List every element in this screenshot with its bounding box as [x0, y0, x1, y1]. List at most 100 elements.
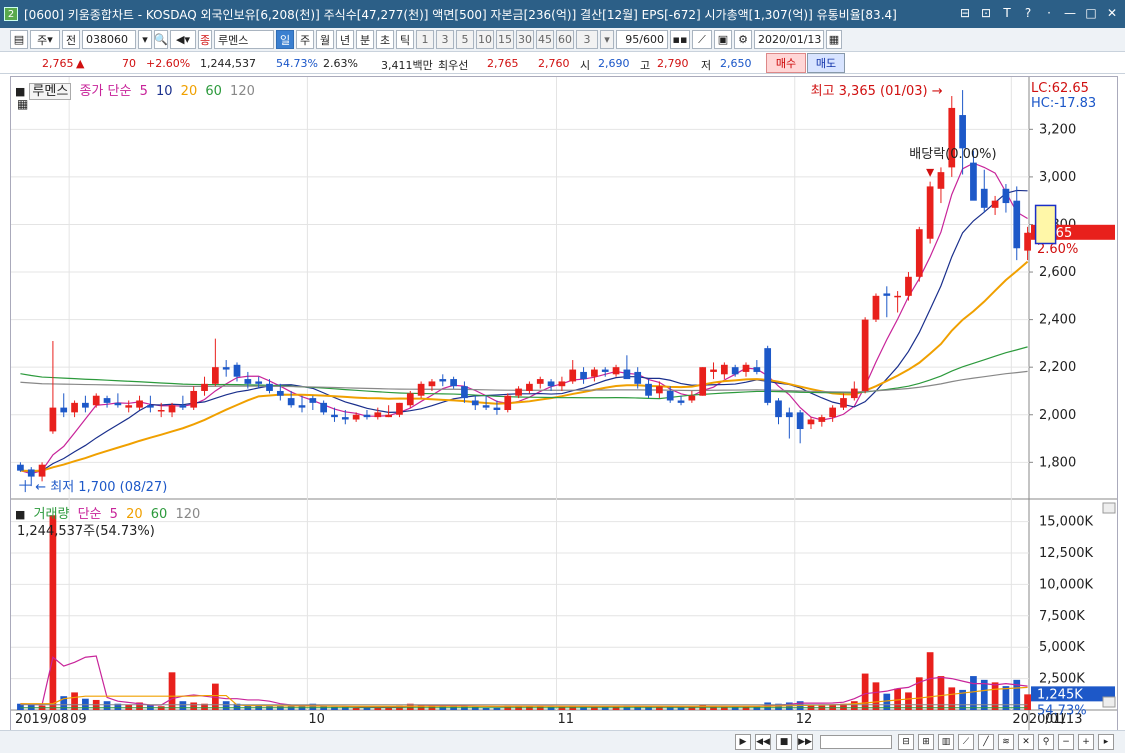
volume-tick-label: 5,000K [1039, 640, 1085, 655]
stock-name-field[interactable]: 루멘스 [214, 30, 274, 49]
split-icon[interactable]: ▥ [938, 734, 954, 750]
zoom-in-icon[interactable]: ⊞ [918, 734, 934, 750]
minute-3-button[interactable]: 3 [436, 30, 454, 49]
candle-body [461, 386, 468, 399]
period-select[interactable]: 주 ▾ [30, 30, 60, 49]
candle-body [656, 386, 663, 394]
zoom-slider[interactable] [820, 735, 892, 749]
prev-button[interactable]: 전 [62, 30, 80, 49]
minute-15-button[interactable]: 15 [496, 30, 514, 49]
window-title: [0600] 키움종합차트 - KOSDAQ 외국인보유[6,208(천)] 주… [24, 7, 897, 22]
chart-canvas[interactable]: 3,2003,0002,8002,6002,4002,2002,0001,800… [11, 77, 1117, 730]
buy-button[interactable]: 매수 [766, 53, 806, 73]
code-search-icon[interactable]: 🔍 [154, 30, 168, 49]
stop-icon[interactable]: ■ [776, 734, 792, 750]
candle-body [894, 295, 901, 298]
candle-body [634, 371, 642, 384]
candle-body [612, 367, 620, 375]
minute-10-button[interactable]: 10 [476, 30, 494, 49]
period-second-button[interactable]: 초 [376, 30, 394, 49]
volume-bar [179, 701, 187, 710]
candle-body [363, 414, 371, 418]
cross-icon[interactable]: ✕ [1018, 734, 1034, 750]
x-axis-label: 2019/08 [15, 712, 69, 727]
candle-body [764, 348, 772, 403]
turnover-rate: 2.63% [323, 57, 358, 70]
scroll-right-icon[interactable]: ▶ [735, 734, 751, 750]
stock-name-tag[interactable]: 루멘스 [29, 83, 72, 100]
window-maximize-icon[interactable]: □ [1082, 4, 1100, 22]
minute-45-button[interactable]: 45 [536, 30, 554, 49]
minute-1-button[interactable]: 1 [416, 30, 434, 49]
search-chart-icon[interactable]: ⚲ [1038, 734, 1054, 750]
period-tick-button[interactable]: 틱 [396, 30, 414, 49]
settings-gear-icon[interactable]: ⚙ [734, 30, 752, 49]
candle-body [688, 395, 696, 401]
scroll-last-icon[interactable]: ▶▶ [797, 734, 813, 750]
fibo-icon[interactable]: ≋ [998, 734, 1014, 750]
minute-5-button[interactable]: 5 [456, 30, 474, 49]
period-month-button[interactable]: 월 [316, 30, 334, 49]
minute-60-button[interactable]: 60 [556, 30, 574, 49]
chart-area[interactable]: 3,2003,0002,8002,6002,4002,2002,0001,800… [10, 76, 1118, 731]
dividend-marker [926, 168, 935, 177]
period-year-button[interactable]: 년 [336, 30, 354, 49]
volume-bar [850, 701, 858, 710]
plus-icon[interactable]: + [1078, 734, 1094, 750]
candle-body [136, 400, 143, 408]
sound-icon[interactable]: ◀▾ [170, 30, 196, 49]
window-tile-icon[interactable]: ⊟ [956, 4, 974, 22]
count-input[interactable]: 95/600 [616, 30, 668, 49]
candle-body [82, 402, 89, 408]
forecast-box [1034, 204, 1057, 245]
candle-body [905, 276, 912, 296]
trade-amount: 3,411백만 [381, 59, 433, 72]
volume-value: 1,244,537 [200, 57, 256, 70]
candle-body [428, 381, 436, 387]
period-week-button[interactable]: 주 [296, 30, 314, 49]
period-day-button[interactable]: 일 [276, 30, 294, 49]
candle-body [1002, 188, 1010, 204]
candle-body [731, 367, 739, 375]
scroll-up-icon [1102, 502, 1116, 514]
price-ma-line [20, 260, 1029, 472]
layout-icon[interactable]: ▤ [10, 30, 28, 49]
draw-line-icon[interactable]: ⟋ [958, 734, 974, 750]
interval-dropdown-icon[interactable]: ▾ [600, 30, 614, 49]
draw-trend-icon[interactable]: ╱ [978, 734, 994, 750]
candle-body [742, 364, 750, 372]
candle-body [298, 405, 306, 408]
window-link-icon[interactable]: ⊡ [977, 4, 995, 22]
price-tick-label: 2,400 [1039, 313, 1076, 328]
legend-prefix: 종가 단순 [79, 84, 132, 99]
window-help-icon[interactable]: ? [1019, 4, 1037, 22]
calculator-icon[interactable]: ▦ [17, 97, 28, 111]
minute-30-button[interactable]: 30 [516, 30, 534, 49]
zoom-out-icon[interactable]: ⊟ [898, 734, 914, 750]
expand-icon[interactable]: ▸ [1098, 734, 1114, 750]
window-pin-icon[interactable]: · [1040, 4, 1058, 22]
indicator-icon[interactable]: ▪▪ [670, 30, 690, 49]
volume-legend-ma120: 120 [175, 507, 201, 522]
dividend-annotation: 배당락(0.00%) [909, 147, 996, 162]
date-input[interactable]: 2020/01/13 [754, 30, 824, 49]
period-minute-button[interactable]: 분 [356, 30, 374, 49]
candle-body [1024, 232, 1031, 251]
code-dropdown-icon[interactable]: ▾ [138, 30, 152, 49]
volume-bar [926, 652, 934, 710]
candle-body [959, 115, 966, 149]
window-text-icon[interactable]: T [998, 4, 1016, 22]
save-icon[interactable]: ▣ [714, 30, 732, 49]
count-total: /600 [639, 33, 664, 46]
window-close-icon[interactable]: ✕ [1103, 4, 1121, 22]
interval-input[interactable]: 3 [576, 30, 598, 49]
minus-icon[interactable]: − [1058, 734, 1074, 750]
stock-code-input[interactable]: 038060 [82, 30, 136, 49]
draw-tool-icon[interactable]: ⟋ [692, 30, 712, 49]
sell-button[interactable]: 매도 [807, 53, 845, 73]
x-axis-label: 12 [796, 712, 813, 727]
window-minimize-icon[interactable]: — [1061, 4, 1079, 22]
period-value: 주 [37, 33, 48, 47]
calendar-icon[interactable]: ▦ [826, 30, 842, 49]
scroll-first-icon[interactable]: ◀◀ [755, 734, 771, 750]
